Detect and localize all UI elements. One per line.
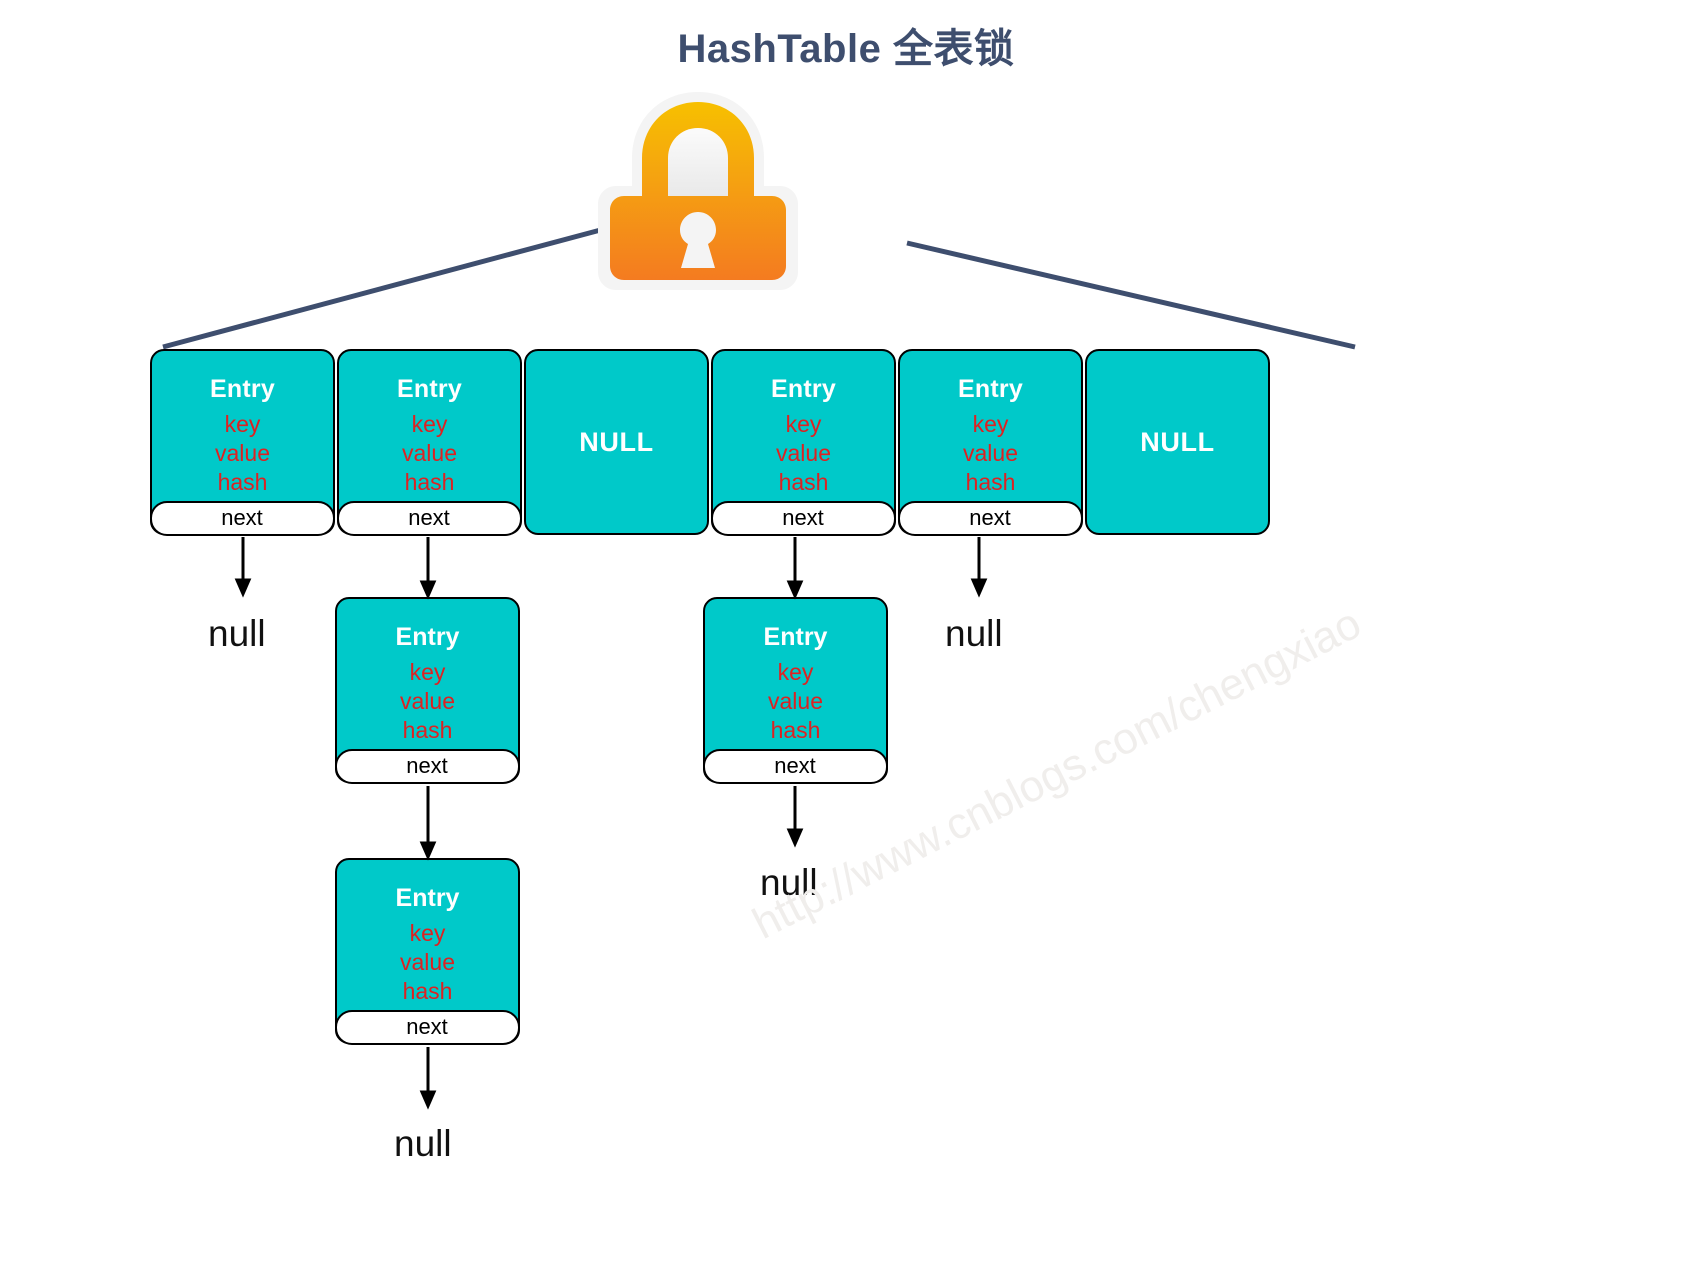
bucket-4[interactable]: Entry key value hash next bbox=[897, 349, 1083, 536]
bucket-0[interactable]: Entry key value hash next bbox=[149, 349, 335, 536]
null-terminator-bucket4: null bbox=[945, 613, 1003, 654]
null-terminator-bucket1-chain: null bbox=[394, 1123, 452, 1164]
page-title: HashTable 全表锁 bbox=[677, 27, 1015, 71]
entry-key-label: key bbox=[411, 411, 448, 437]
bucket-2-null[interactable]: NULL bbox=[524, 349, 709, 535]
bucket-array: Entry key value hash next Entry key valu… bbox=[149, 349, 1272, 536]
entry-value-label: value bbox=[215, 439, 270, 466]
entry-key-label: key bbox=[224, 411, 261, 437]
entry-hash-label: hash bbox=[965, 468, 1016, 495]
null-bucket-label: NULL bbox=[1140, 426, 1215, 457]
entry-hash-label: hash bbox=[770, 716, 821, 743]
next-pointer-tab[interactable]: next bbox=[702, 748, 888, 784]
entry-key-label: key bbox=[972, 411, 1009, 437]
next-pointer-tab[interactable]: next bbox=[336, 500, 522, 536]
entry-title: Entry bbox=[958, 375, 1023, 403]
bucket-5-null[interactable]: NULL bbox=[1085, 349, 1270, 535]
entry-value-label: value bbox=[768, 687, 823, 714]
next-pointer-tab[interactable]: next bbox=[334, 1009, 520, 1045]
null-terminator-bucket0: null bbox=[208, 613, 266, 654]
entry-title: Entry bbox=[395, 623, 460, 651]
entry-title: Entry bbox=[210, 375, 275, 403]
entry-key-label: key bbox=[409, 920, 446, 946]
bucket-1[interactable]: Entry key value hash next bbox=[336, 349, 522, 536]
entry-value-label: value bbox=[402, 439, 457, 466]
entry-value-label: value bbox=[776, 439, 831, 466]
padlock-icon bbox=[598, 92, 798, 290]
next-pointer-tab[interactable]: next bbox=[897, 500, 1083, 536]
entry-value-label: value bbox=[400, 948, 455, 975]
entry-title: Entry bbox=[395, 884, 460, 912]
next-pointer-tab[interactable]: next bbox=[710, 500, 896, 536]
entry-title: Entry bbox=[763, 623, 828, 651]
null-bucket-label: NULL bbox=[579, 426, 654, 457]
bucket-3[interactable]: Entry key value hash next bbox=[710, 349, 896, 536]
entry-value-label: value bbox=[400, 687, 455, 714]
entry-hash-label: hash bbox=[404, 468, 455, 495]
entry-title: Entry bbox=[771, 375, 836, 403]
chain-node-bucket1-level2[interactable]: Entry key value hash next bbox=[334, 858, 520, 1045]
chain-node-bucket3-level1[interactable]: Entry key value hash next bbox=[702, 597, 888, 784]
entry-hash-label: hash bbox=[402, 716, 453, 743]
entry-hash-label: hash bbox=[778, 468, 829, 495]
chain-node-bucket1-level1[interactable]: Entry key value hash next bbox=[334, 597, 520, 784]
next-pointer-tab[interactable]: next bbox=[149, 500, 335, 536]
diagram-canvas: HashTable 全表锁 Entry key value hash next … bbox=[0, 0, 1692, 1264]
entry-value-label: value bbox=[963, 439, 1018, 466]
entry-key-label: key bbox=[777, 659, 814, 685]
next-pointer-tab[interactable]: next bbox=[334, 748, 520, 784]
entry-hash-label: hash bbox=[217, 468, 268, 495]
entry-key-label: key bbox=[409, 659, 446, 685]
entry-title: Entry bbox=[397, 375, 462, 403]
entry-key-label: key bbox=[785, 411, 822, 437]
entry-hash-label: hash bbox=[402, 977, 453, 1004]
